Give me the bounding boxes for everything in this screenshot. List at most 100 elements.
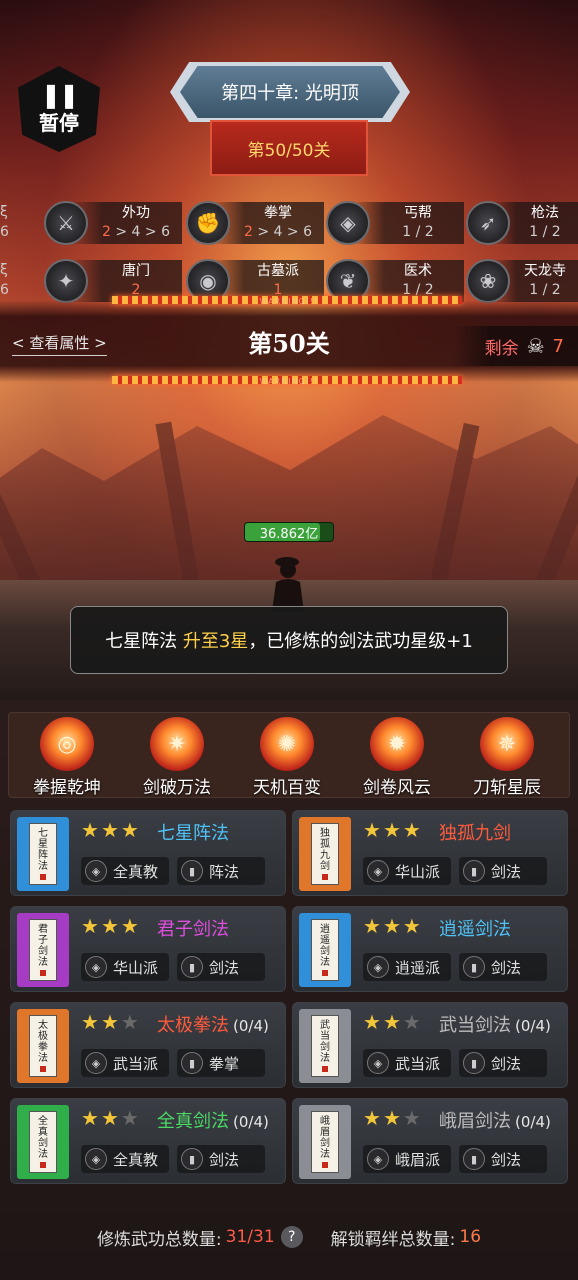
remaining-count: 7 xyxy=(552,335,564,357)
spear-icon: ➶ xyxy=(466,201,510,245)
star-rating: ★ ★ ★ xyxy=(81,1107,139,1129)
skill-name: 峨眉剑法 (0/4) xyxy=(439,1111,551,1132)
type-icon: ▮ xyxy=(463,956,485,978)
ultimate-label: 剑破万法 xyxy=(143,778,211,798)
sword-shield-icon: ⚔ xyxy=(44,201,88,245)
bond-item[interactable]: ➶ 枪法 1 / 2 xyxy=(464,196,578,250)
book-title: 逍遥剑法 xyxy=(311,919,339,981)
star-icon: ★ xyxy=(120,914,139,938)
hero-silhouette xyxy=(272,557,304,612)
sect-icon: ◈ xyxy=(367,860,389,882)
bond-item[interactable]: ◈ 丐帮 1 / 2 xyxy=(324,196,464,250)
skill-tag: ◈ 华山派 xyxy=(81,953,169,981)
book-title: 独孤九剑 xyxy=(311,823,339,885)
pause-icon: ❚❚ xyxy=(40,80,79,109)
type-icon: ▮ xyxy=(181,1148,203,1170)
star-rating: ★ ★ ★ xyxy=(363,819,421,841)
skill-book-icon: 峨眉剑法 xyxy=(299,1105,351,1179)
sect-icon: ◈ xyxy=(367,956,389,978)
bond-progress: 1 / 2 xyxy=(402,224,434,240)
vortex-icon: ◎ xyxy=(40,717,94,771)
bond-progress: 2 > 4 > 6 xyxy=(102,224,170,240)
ultimate-skill-bar: ◎ 拳握乾坤 ✷ 剑破万法 ✺ 天机百变 ✹ 剑卷风云 ✵ 刀斩星辰 xyxy=(8,712,570,798)
ultimate-skill[interactable]: ◎ 拳握乾坤 xyxy=(17,717,117,798)
skill-tag: ▮ 剑法 xyxy=(177,953,265,981)
bond-name: 医术 xyxy=(404,263,432,279)
star-icon: ★ xyxy=(363,818,381,842)
bond-name: 枪法 xyxy=(531,205,559,221)
hero-hp-bar: 36.862亿 xyxy=(244,522,334,542)
fist-icon: ✊ xyxy=(186,201,230,245)
skill-book-icon: 七星阵法 xyxy=(17,817,69,891)
skill-card[interactable]: 君子剑法 ★ ★ ★ 君子剑法 ◈ 华山派 ▮ 剑法 xyxy=(10,906,286,992)
star-icon: ★ xyxy=(120,818,139,842)
bond-progress: 1 / 2 xyxy=(529,282,561,298)
skill-card[interactable]: 全真剑法 ★ ★ ★ 全真剑法 (0/4) ◈ 全真教 ▮ 剑法 xyxy=(10,1098,286,1184)
book-title: 太极拳法 xyxy=(29,1015,57,1077)
bond-item[interactable]: ⚔ 外功 2 > 4 > 6 xyxy=(42,196,182,250)
bond-name: 丐帮 xyxy=(404,205,432,221)
hero-hp-text: 36.862亿 xyxy=(259,526,319,542)
star-icon: ★ xyxy=(81,1010,99,1034)
pause-label: 暂停 xyxy=(39,110,79,135)
star-rating: ★ ★ ★ xyxy=(81,819,139,841)
skill-tags: ◈ 全真教 ▮ 剑法 xyxy=(81,1145,265,1173)
skill-name: 君子剑法 xyxy=(157,919,229,940)
skill-tag: ◈ 武当派 xyxy=(81,1049,169,1077)
ultimate-label: 拳握乾坤 xyxy=(33,778,101,798)
skill-card[interactable]: 太极拳法 ★ ★ ★ 太极拳法 (0/4) ◈ 武当派 ▮ 拳掌 xyxy=(10,1002,286,1088)
skill-tag: ▮ 剑法 xyxy=(459,1049,547,1077)
skill-tag: ▮ 剑法 xyxy=(459,1145,547,1173)
skill-progress: (0/4) xyxy=(233,1017,269,1035)
ultimate-label: 刀斩星辰 xyxy=(473,778,541,798)
star-icon: ★ xyxy=(120,1010,139,1034)
ultimate-skill[interactable]: ✺ 天机百变 xyxy=(237,717,337,798)
edge-clipped-progress: 6 xyxy=(0,224,9,240)
skill-tag: ◈ 华山派 xyxy=(363,857,451,885)
skill-card[interactable]: 逍遥剑法 ★ ★ ★ 逍遥剑法 ◈ 逍遥派 ▮ 剑法 xyxy=(292,906,568,992)
sect-icon: ◈ xyxy=(85,956,107,978)
skill-card[interactable]: 独孤九剑 ★ ★ ★ 独孤九剑 ◈ 华山派 ▮ 剑法 xyxy=(292,810,568,896)
bond-progress: 1 / 2 xyxy=(529,224,561,240)
star-icon: ★ xyxy=(402,1106,421,1130)
help-icon[interactable]: ? xyxy=(280,1226,303,1248)
skill-card[interactable]: 七星阵法 ★ ★ ★ 七星阵法 ◈ 全真教 ▮ 阵法 xyxy=(10,810,286,896)
star-icon: ★ xyxy=(120,1106,139,1130)
star-icon: ★ xyxy=(363,1106,381,1130)
book-title: 武当剑法 xyxy=(311,1015,339,1077)
skill-progress: (0/4) xyxy=(233,1113,269,1131)
cultivated-label: 修炼武功总数量: xyxy=(96,1229,222,1250)
view-attributes-link[interactable]: < 查看属性 > xyxy=(12,332,107,356)
ultimate-skill[interactable]: ✵ 刀斩星辰 xyxy=(457,717,557,798)
star-rating: ★ ★ ★ xyxy=(363,915,421,937)
ultimate-skill[interactable]: ✹ 剑卷风云 xyxy=(347,717,447,798)
chapter-banner: 第四十章: 光明顶 xyxy=(180,66,400,118)
star-rating: ★ ★ ★ xyxy=(81,915,139,937)
bond-item[interactable]: ✊ 拳掌 2 > 4 > 6 xyxy=(184,196,324,250)
level-tag: 第50/50关 xyxy=(210,120,368,176)
star-icon: ★ xyxy=(100,1106,119,1130)
type-icon: ▮ xyxy=(181,956,203,978)
skill-book-icon: 逍遥剑法 xyxy=(299,913,351,987)
bond-row: ξ 6 ⚔ 外功 2 > 4 > 6 ✊ 拳掌 2 > 4 > 6 ◈ 丐帮 1… xyxy=(0,196,578,250)
skill-book-icon: 全真剑法 xyxy=(17,1105,69,1179)
skill-card[interactable]: 武当剑法 ★ ★ ★ 武当剑法 (0/4) ◈ 武当派 ▮ 剑法 xyxy=(292,1002,568,1088)
star-icon: ★ xyxy=(402,914,421,938)
skill-name: 武当剑法 (0/4) xyxy=(439,1015,551,1036)
sect-icon: ◈ xyxy=(85,860,107,882)
ultimate-skill[interactable]: ✷ 剑破万法 xyxy=(127,717,227,798)
skill-name: 独孤九剑 xyxy=(439,823,511,844)
type-icon: ▮ xyxy=(463,1148,485,1170)
star-icon: ★ xyxy=(382,1106,401,1130)
footer-stats: 修炼武功总数量: 31/31 ? 解锁羁绊总数量: 16 xyxy=(0,1224,578,1250)
skill-tags: ◈ 全真教 ▮ 阵法 xyxy=(81,857,265,885)
warning-text-bottom: WARNING!!! xyxy=(259,377,319,386)
sword-burst-icon: ✷ xyxy=(150,717,204,771)
skill-tag: ▮ 剑法 xyxy=(459,857,547,885)
edge-clipped-text: ξ xyxy=(0,262,8,278)
skill-card[interactable]: 峨眉剑法 ★ ★ ★ 峨眉剑法 (0/4) ◈ 峨眉派 ▮ 剑法 xyxy=(292,1098,568,1184)
star-icon: ★ xyxy=(363,1010,381,1034)
bond-name: 外功 xyxy=(122,205,150,221)
upgrade-toast: 七星阵法 升至3星，已修炼的剑法武功星级+1 xyxy=(70,606,508,674)
ultimate-label: 天机百变 xyxy=(253,778,321,798)
